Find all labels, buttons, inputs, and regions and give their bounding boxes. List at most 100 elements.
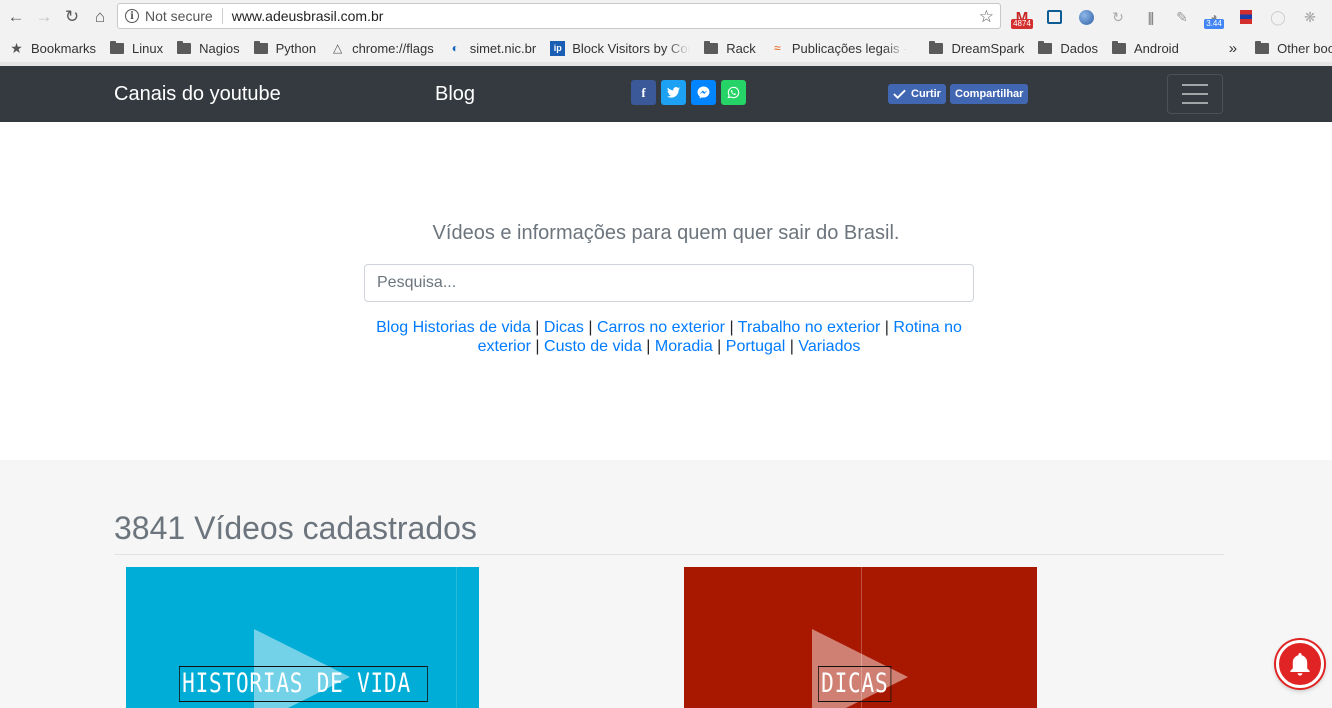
bookmark-dreamspark[interactable]: DreamSpark — [922, 36, 1031, 60]
bookmark-label: Linux — [132, 40, 164, 56]
bookmark-linux[interactable]: Linux — [103, 36, 170, 60]
videos-count-title: 3841 Vídeos cadastrados — [114, 510, 477, 546]
category-link-carros[interactable]: Carros no exterior — [597, 319, 725, 336]
url-text[interactable]: www.adeusbrasil.com.br — [232, 8, 384, 24]
flag-extension-icon[interactable] — [1230, 5, 1262, 29]
share-messenger-button[interactable] — [691, 80, 716, 105]
bookmarks-button[interactable]: ★ Bookmarks — [0, 36, 103, 60]
bookmark-rack[interactable]: Rack — [697, 36, 763, 60]
site-navbar: Canais do youtube Blog f Curtir Comparti… — [0, 66, 1332, 122]
bookmark-simet[interactable]: ◐ simet.nic.br — [441, 36, 543, 60]
extensions-area: M 4874 ↻ ||| ✎ ◕ 3.44 ◯ ❋ — [1006, 4, 1326, 30]
star-icon: ★ — [10, 39, 23, 56]
section-divider — [114, 554, 1224, 555]
back-button[interactable]: ← — [2, 3, 30, 31]
bookmark-label: Android — [1133, 40, 1179, 56]
screenshot-extension-icon[interactable] — [1038, 5, 1070, 29]
fb-share-button[interactable]: Compartilhar — [950, 84, 1029, 104]
bookmark-label: Dados — [1060, 40, 1098, 56]
search-input[interactable] — [364, 264, 974, 302]
category-link-variados[interactable]: Variados — [798, 338, 860, 355]
category-link-trabalho[interactable]: Trabalho no exterior — [738, 319, 881, 336]
bookmark-label: DreamSpark — [951, 40, 1025, 56]
bookmarks-label: Bookmarks — [31, 40, 97, 56]
folder-icon — [1038, 40, 1053, 54]
flask-icon: △ — [332, 41, 343, 55]
home-button[interactable]: ⌂ — [86, 3, 114, 31]
address-bar[interactable]: i Not secure www.adeusbrasil.com.br ☆ — [117, 3, 1001, 29]
gmail-extension-icon[interactable]: M 4874 — [1006, 5, 1038, 29]
bookmark-label: Other bookmarks — [1277, 40, 1332, 56]
pen-extension-icon[interactable]: ✎ — [1166, 5, 1198, 29]
whatsapp-icon — [727, 86, 740, 99]
forward-button[interactable]: → — [30, 3, 58, 31]
bookmark-nagios[interactable]: Nagios — [170, 36, 246, 60]
fb-like-label: Curtir — [911, 88, 941, 100]
thumb-line — [456, 567, 457, 708]
folder-icon — [704, 40, 719, 54]
fb-like-button[interactable]: Curtir — [888, 84, 946, 104]
video-thumbnail-dicas[interactable]: DICAS — [684, 567, 1037, 708]
other-bookmarks[interactable]: Other bookmarks — [1248, 36, 1332, 60]
category-links: Blog Historias de vida | Dicas | Carros … — [376, 319, 962, 355]
info-icon[interactable]: i — [125, 9, 139, 23]
bookmark-android[interactable]: Android — [1105, 36, 1186, 60]
navbar-toggler-button[interactable] — [1167, 74, 1223, 114]
bookmarks-overflow-button[interactable]: » — [1222, 36, 1244, 60]
bookmarks-bar: ★ Bookmarks Linux Nagios Python △ chrome:… — [0, 34, 1332, 62]
folder-icon — [253, 40, 268, 54]
security-label: Not secure — [145, 8, 213, 24]
refresh-extension-icon[interactable]: ↻ — [1102, 5, 1134, 29]
hero-tagline: Vídeos e informações para quem quer sair… — [432, 222, 900, 244]
bell-icon — [1290, 653, 1310, 676]
overflow-chevron-icon: » — [1228, 39, 1238, 57]
circle-extension-icon[interactable]: ◯ — [1262, 5, 1294, 29]
bookmark-publicacoes[interactable]: ≈ Publicações legais - — [763, 36, 915, 60]
share-twitter-button[interactable] — [661, 80, 686, 105]
share-whatsapp-button[interactable] — [721, 80, 746, 105]
bookmark-label: simet.nic.br — [469, 40, 537, 56]
category-link-moradia[interactable]: Moradia — [655, 338, 713, 355]
video-thumbnail-label: DICAS — [818, 666, 892, 702]
facebook-icon: f — [641, 84, 646, 100]
category-link-historias[interactable]: Blog Historias de vida — [376, 319, 531, 336]
share-facebook-button[interactable]: f — [631, 80, 656, 105]
twitter-icon — [667, 87, 680, 98]
bookmark-chrome-flags[interactable]: △ chrome://flags — [323, 36, 441, 60]
folder-icon — [110, 40, 125, 54]
globe-extension-icon[interactable] — [1070, 5, 1102, 29]
folder-icon — [929, 40, 944, 54]
video-thumbnail-historias[interactable]: HISTORIAS DE VIDA — [126, 567, 479, 708]
omnibox-separator — [221, 8, 223, 24]
checkmark-icon — [893, 89, 906, 99]
category-link-custo[interactable]: Custo de vida — [544, 338, 642, 355]
gauge-icon: ◐ — [451, 41, 459, 55]
wave-icon: ≈ — [774, 41, 781, 55]
bookmark-block-visitors[interactable]: ip Block Visitors by Cou — [543, 36, 697, 60]
category-link-dicas[interactable]: Dicas — [544, 319, 584, 336]
speed-badge: 3.44 — [1204, 19, 1224, 29]
ip-icon: ip — [550, 40, 566, 56]
bookmark-label: Publicações legais - — [791, 40, 908, 56]
folder-icon — [1255, 40, 1270, 54]
video-thumbnail-label: HISTORIAS DE VIDA — [179, 666, 428, 702]
react-extension-icon[interactable]: ❋ — [1294, 5, 1326, 29]
videos-section: 3841 Vídeos cadastrados HISTORIAS DE VID… — [0, 460, 1332, 708]
notification-bell-button[interactable] — [1276, 640, 1324, 688]
bookmark-label: Block Visitors by Cou — [572, 40, 691, 56]
browser-toolbar: ← → ↻ ⌂ i Not secure www.adeusbrasil.com… — [0, 0, 1332, 34]
nav-link-canais[interactable]: Canais do youtube — [114, 83, 281, 106]
hamburger-icon-bar — [1182, 102, 1208, 104]
speed-extension-icon[interactable]: ◕ 3.44 — [1198, 5, 1230, 29]
bookmark-dados[interactable]: Dados — [1031, 36, 1105, 60]
folder-icon — [177, 40, 192, 54]
hamburger-icon-bar — [1182, 84, 1208, 86]
bookmark-star-icon[interactable]: ☆ — [979, 7, 994, 27]
gmail-badge: 4874 — [1011, 19, 1033, 29]
bookmark-python[interactable]: Python — [247, 36, 323, 60]
reload-button[interactable]: ↻ — [58, 3, 86, 31]
barcode-extension-icon[interactable]: ||| — [1134, 5, 1166, 29]
nav-link-blog[interactable]: Blog — [435, 83, 475, 106]
category-link-portugal[interactable]: Portugal — [726, 338, 786, 355]
bookmark-label: chrome://flags — [352, 40, 434, 56]
